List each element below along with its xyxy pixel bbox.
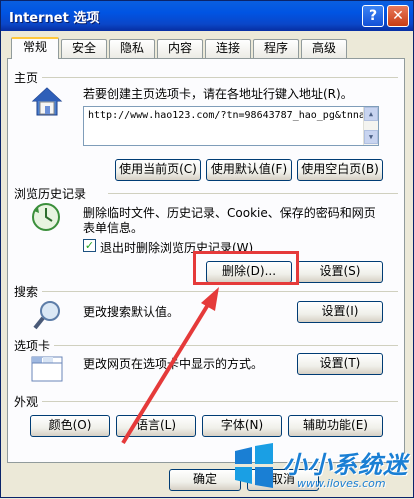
watermark-logo-icon (235, 443, 273, 488)
watermark-brand: 小小系统迷 (283, 451, 408, 479)
internet-options-dialog: Internet 选项 ? ✕ 常规 安全 隐私 内容 连接 程序 高级 主页 … (0, 0, 414, 498)
annotation-arrow-icon (121, 287, 219, 445)
watermark-url: www.iloves.com (297, 477, 386, 490)
watermark: 小小系统迷 www.iloves.com (223, 441, 414, 499)
tab-general[interactable]: 常规 (11, 37, 59, 59)
